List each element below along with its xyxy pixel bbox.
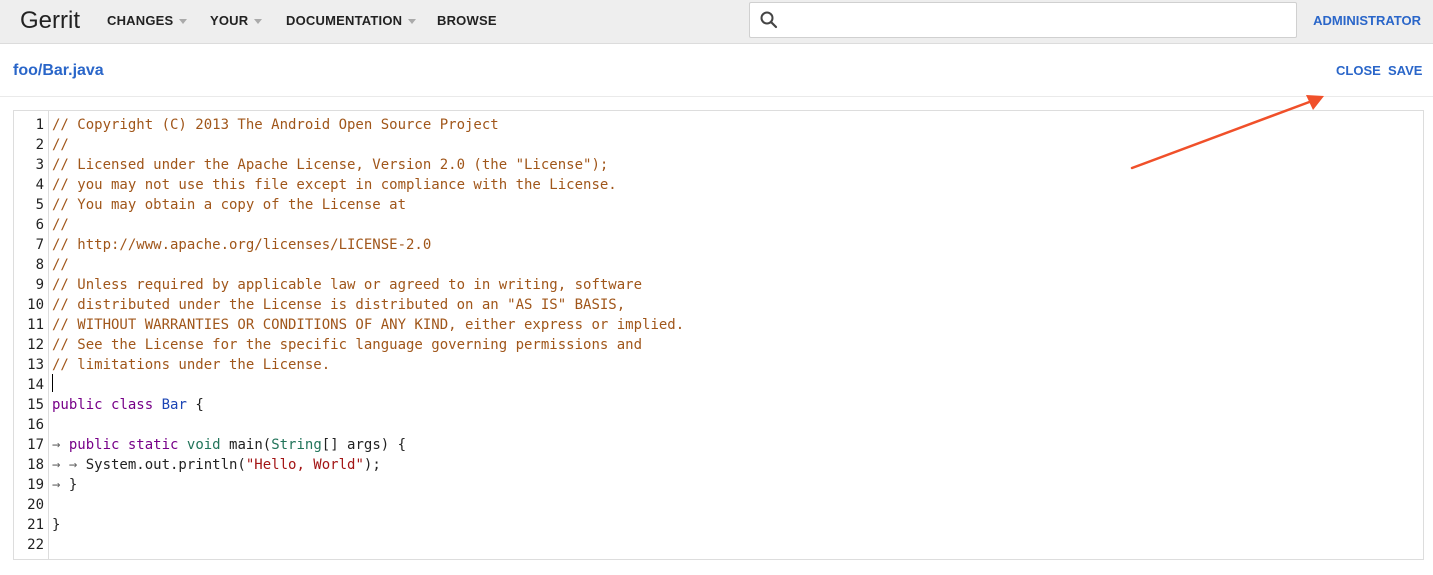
code-token: main( [220, 437, 272, 453]
code-line: } [52, 515, 60, 535]
code-line: // distributed under the License is dist… [52, 297, 626, 313]
tab-marker-icon: → [52, 437, 69, 453]
close-button[interactable]: CLOSE [1336, 63, 1381, 78]
code-token: public [68, 437, 120, 453]
menu-browse-label: BROWSE [437, 13, 497, 28]
chevron-down-icon [408, 18, 417, 24]
code-line: // [52, 257, 69, 273]
gerrit-logo[interactable]: Gerrit [20, 7, 80, 35]
line-number: 22 [27, 537, 44, 553]
file-path-link[interactable]: foo/Bar.java [13, 62, 104, 80]
code-line: // You may obtain a copy of the License … [52, 197, 407, 213]
tab-marker-icon: → [52, 457, 69, 473]
line-number: 9 [35, 277, 44, 293]
line-number: 16 [27, 417, 44, 433]
code-line: // [52, 217, 69, 233]
text-cursor [52, 374, 53, 392]
code-line: // WITHOUT WARRANTIES OR CONDITIONS OF A… [52, 317, 685, 333]
line-number: 12 [27, 337, 44, 353]
menu-changes-label: CHANGES [107, 13, 174, 28]
code-line: → } [52, 475, 77, 495]
tab-marker-icon: → [68, 457, 86, 473]
code-token: public [52, 397, 103, 413]
top-navigation-bar: Gerrit CHANGES YOUR DOCUMENTATION BROWSE… [0, 0, 1433, 44]
code-token: { [186, 397, 204, 413]
code-editor[interactable]: 1 2 3 4 5 6 7 8 9 10 11 12 13 14 15 16 1… [13, 110, 1424, 560]
line-number: 6 [35, 217, 44, 233]
code-token: } [68, 477, 78, 493]
line-number: 2 [35, 137, 44, 153]
line-number: 15 [27, 397, 44, 413]
code-line: // http://www.apache.org/licenses/LICENS… [52, 237, 432, 253]
code-line: // you may not use this file except in c… [52, 177, 617, 193]
chevron-down-icon [179, 18, 188, 24]
code-token: static [127, 437, 179, 453]
code-token: class [111, 397, 154, 413]
code-line: // Licensed under the Apache License, Ve… [52, 157, 609, 173]
line-number: 21 [27, 517, 44, 533]
code-token: "Hello, World" [245, 457, 364, 473]
search-input[interactable] [786, 7, 1290, 35]
file-header: foo/Bar.java CLOSE SAVE [0, 45, 1433, 97]
line-number: 1 [35, 117, 44, 133]
line-number: 11 [27, 317, 44, 333]
code-line: // limitations under the License. [52, 357, 331, 373]
line-number: 7 [35, 237, 44, 253]
menu-your[interactable]: YOUR [210, 13, 263, 28]
code-token: [] args) { [321, 437, 407, 453]
search-box[interactable] [749, 2, 1297, 38]
user-account-link[interactable]: ADMINISTRATOR [1313, 13, 1421, 28]
line-number: 4 [35, 177, 44, 193]
line-number: 20 [27, 497, 44, 513]
code-line: → → System.out.println("Hello, World"); [52, 455, 381, 475]
menu-browse[interactable]: BROWSE [437, 13, 497, 28]
line-number-gutter: 1 2 3 4 5 6 7 8 9 10 11 12 13 14 15 16 1… [14, 111, 49, 559]
menu-changes[interactable]: CHANGES [107, 13, 188, 28]
search-icon [760, 11, 778, 29]
code-line: // Unless required by applicable law or … [52, 277, 643, 293]
code-token: System.out.println( [85, 457, 246, 473]
line-number: 3 [35, 157, 44, 173]
line-number: 13 [27, 357, 44, 373]
code-token: void [186, 437, 221, 453]
menu-your-label: YOUR [210, 13, 249, 28]
code-token: Bar [161, 397, 187, 413]
line-number: 8 [35, 257, 44, 273]
save-button[interactable]: SAVE [1388, 63, 1422, 78]
code-line: public class Bar { [52, 395, 204, 415]
menu-documentation[interactable]: DOCUMENTATION [286, 13, 417, 28]
code-line: → public static void main(String[] args)… [52, 435, 406, 455]
code-line: // [52, 137, 69, 153]
code-line: // See the License for the specific lang… [52, 337, 643, 353]
line-number: 18 [27, 457, 44, 473]
line-number: 5 [35, 197, 44, 213]
code-line: // Copyright (C) 2013 The Android Open S… [52, 117, 499, 133]
code-token: } [52, 517, 61, 533]
line-number: 19 [27, 477, 44, 493]
code-token: ); [363, 457, 381, 473]
tab-marker-icon: → [52, 477, 69, 493]
line-number: 10 [27, 297, 44, 313]
line-number: 17 [27, 437, 44, 453]
menu-documentation-label: DOCUMENTATION [286, 13, 403, 28]
line-number: 14 [27, 377, 44, 393]
chevron-down-icon [254, 18, 263, 24]
code-token: String [271, 437, 322, 453]
